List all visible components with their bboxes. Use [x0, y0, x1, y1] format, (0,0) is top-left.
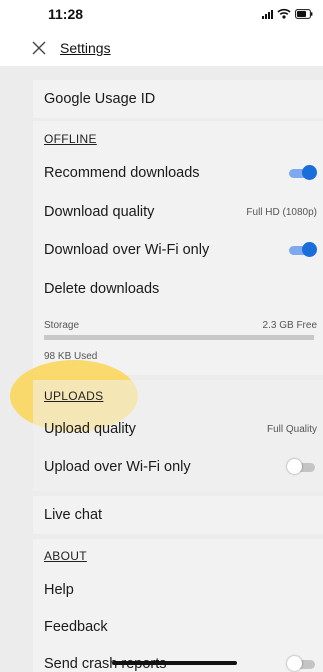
live-chat-row[interactable]: Live chat	[33, 496, 323, 534]
help-label: Help	[44, 582, 74, 598]
storage-bar	[44, 335, 314, 340]
nav-bar: Settings	[0, 30, 323, 66]
upload-wifi-only-toggle[interactable]	[287, 459, 317, 475]
feedback-label: Feedback	[44, 619, 108, 635]
help-row[interactable]: Help	[44, 582, 317, 598]
status-icons	[262, 8, 313, 19]
recommend-downloads-row[interactable]: Recommend downloads	[44, 165, 317, 181]
status-time: 11:28	[48, 6, 84, 22]
close-icon[interactable]	[30, 39, 48, 57]
about-section: ABOUT Help Feedback Send crash reports	[33, 539, 323, 672]
delete-downloads-row[interactable]: Delete downloads	[44, 281, 317, 297]
upload-quality-row[interactable]: Upload quality Full Quality	[44, 421, 317, 437]
send-crash-reports-toggle[interactable]	[287, 656, 317, 672]
storage-free: 2.3 GB Free	[262, 320, 317, 331]
status-bar: 11:28	[0, 0, 323, 30]
download-wifi-only-label: Download over Wi-Fi only	[44, 242, 210, 258]
google-usage-id-label: Google Usage ID	[44, 91, 156, 107]
battery-icon	[295, 8, 313, 19]
recommend-downloads-label: Recommend downloads	[44, 165, 200, 181]
upload-wifi-only-row[interactable]: Upload over Wi-Fi only	[44, 459, 317, 475]
wifi-icon	[277, 8, 291, 19]
download-quality-value: Full HD (1080p)	[246, 206, 317, 218]
download-quality-label: Download quality	[44, 204, 155, 220]
google-usage-id-row[interactable]: Google Usage ID	[33, 80, 323, 118]
delete-downloads-label: Delete downloads	[44, 281, 160, 297]
download-quality-row[interactable]: Download quality Full HD (1080p)	[44, 204, 317, 220]
page-title[interactable]: Settings	[60, 40, 111, 56]
storage-label: Storage	[44, 320, 80, 331]
signal-icon	[262, 9, 273, 19]
about-section-title: ABOUT	[44, 549, 87, 563]
offline-section-title: OFFLINE	[44, 132, 97, 146]
feedback-row[interactable]: Feedback	[44, 619, 317, 635]
upload-wifi-only-label: Upload over Wi-Fi only	[44, 459, 191, 475]
upload-quality-label: Upload quality	[44, 421, 136, 437]
home-indicator	[112, 661, 237, 665]
download-wifi-only-toggle[interactable]	[287, 242, 317, 258]
uploads-section-title: UPLOADS	[44, 389, 104, 403]
download-wifi-only-row[interactable]: Download over Wi-Fi only	[44, 242, 317, 258]
upload-quality-value: Full Quality	[266, 423, 317, 435]
recommend-downloads-toggle[interactable]	[287, 165, 317, 181]
uploads-section: UPLOADS Upload quality Full Quality Uplo…	[33, 380, 323, 491]
live-chat-label: Live chat	[44, 507, 103, 523]
